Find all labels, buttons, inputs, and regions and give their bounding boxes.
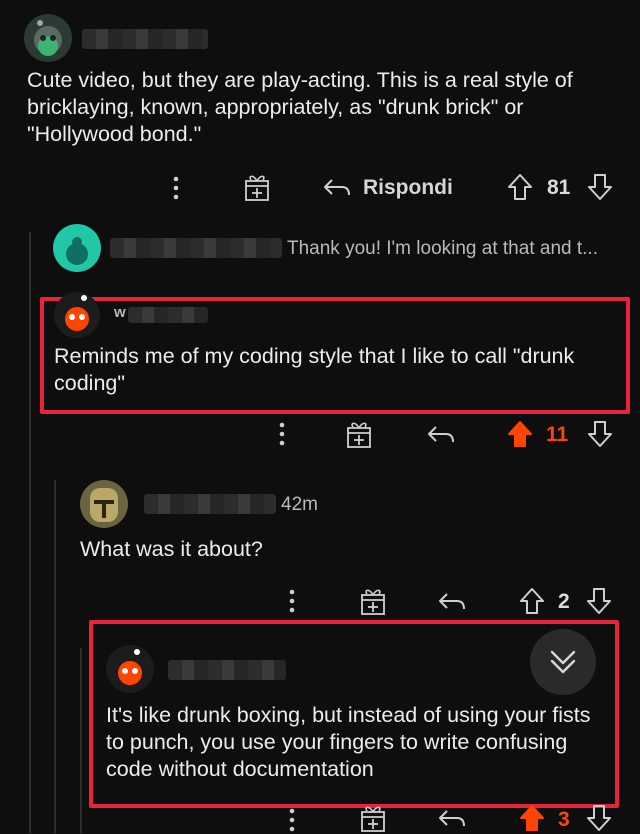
username-redacted [144, 494, 276, 514]
username-redacted [128, 307, 208, 323]
upvote-arrow-icon[interactable] [506, 419, 534, 449]
comment-body: Reminds me of my coding style that I lik… [54, 344, 575, 395]
thread-line-1 [29, 232, 31, 833]
comment-body: It's like drunk boxing, but instead of u… [106, 703, 591, 781]
thread-line-2 [54, 480, 56, 833]
upvote-arrow-icon[interactable] [518, 803, 546, 833]
reply-button[interactable]: Rispondi [363, 176, 453, 200]
vote-count: 11 [546, 423, 569, 446]
reply-arrow-icon[interactable] [426, 423, 456, 447]
avatar[interactable] [106, 645, 154, 693]
vote-count: 81 [547, 176, 571, 199]
vote-count: 3 [558, 808, 570, 831]
username-redacted [110, 238, 282, 258]
comment-body: Cute video, but they are play-acting. Th… [27, 68, 573, 146]
username-redacted [168, 660, 286, 680]
comment-body: What was it about? [80, 537, 263, 561]
username-redacted [82, 29, 208, 49]
vote-count: 2 [558, 590, 570, 613]
downvote-arrow-icon[interactable] [586, 172, 614, 202]
chevron-double-down-icon [550, 650, 576, 674]
award-gift-icon[interactable] [243, 172, 271, 202]
timestamp: 42m [281, 494, 318, 515]
upvote-arrow-icon[interactable] [518, 586, 546, 616]
downvote-arrow-icon[interactable] [586, 419, 614, 449]
avatar[interactable] [24, 14, 72, 62]
award-gift-icon[interactable] [359, 803, 387, 833]
reply-arrow-icon[interactable] [322, 176, 352, 200]
collapsed-comment-preview[interactable]: Thank you! I'm looking at that and t... [287, 238, 598, 260]
award-gift-icon[interactable] [359, 586, 387, 616]
more-icon[interactable] [276, 420, 288, 448]
reply-arrow-icon[interactable] [437, 590, 467, 614]
scroll-to-next-button[interactable] [530, 629, 596, 695]
award-gift-icon[interactable] [345, 419, 373, 449]
thread-line-3 [80, 648, 82, 833]
more-icon[interactable] [286, 587, 298, 615]
more-icon[interactable] [286, 806, 298, 834]
avatar[interactable] [80, 480, 128, 528]
more-icon[interactable] [170, 174, 182, 202]
avatar[interactable] [54, 292, 100, 338]
downvote-arrow-icon[interactable] [585, 586, 613, 616]
downvote-arrow-icon[interactable] [585, 803, 613, 833]
upvote-arrow-icon[interactable] [506, 172, 534, 202]
username-fragment: w [114, 304, 126, 321]
reply-arrow-icon[interactable] [437, 807, 467, 831]
avatar[interactable] [53, 224, 101, 272]
